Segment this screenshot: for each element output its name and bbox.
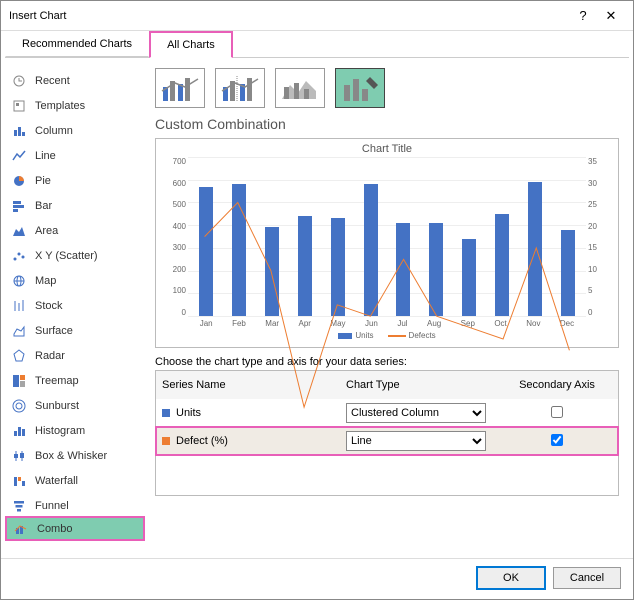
funnel-icon xyxy=(11,499,27,513)
bar-icon xyxy=(11,199,27,213)
tab-recommended[interactable]: Recommended Charts xyxy=(5,31,149,57)
recent-icon xyxy=(11,74,27,88)
section-title: Custom Combination xyxy=(155,116,619,132)
title-bar: Insert Chart ? ✕ xyxy=(1,1,633,31)
series-marker-icon xyxy=(162,437,170,445)
stock-icon xyxy=(11,299,27,313)
waterfall-icon xyxy=(11,474,27,488)
chart-preview: Chart Title 7006005004003002001000 35302… xyxy=(155,138,619,348)
content-pane: Custom Combination Chart Title 700600500… xyxy=(145,64,629,556)
templates-icon xyxy=(11,99,27,113)
pie-icon xyxy=(11,174,27,188)
sidebar-item-recent[interactable]: Recent xyxy=(5,68,145,93)
dialog-footer: OK Cancel xyxy=(1,558,633,597)
treemap-icon xyxy=(11,374,27,388)
sidebar-item-funnel[interactable]: Funnel xyxy=(5,493,145,518)
line-icon xyxy=(11,149,27,163)
subtype-stacked-area-column[interactable] xyxy=(275,68,325,108)
chart-title: Chart Title xyxy=(162,143,612,155)
sidebar-item-boxwhisker[interactable]: Box & Whisker xyxy=(5,443,145,468)
map-icon xyxy=(11,274,27,288)
surface-icon xyxy=(11,324,27,338)
combo-subtypes xyxy=(155,68,619,108)
sidebar-item-surface[interactable]: Surface xyxy=(5,318,145,343)
sidebar-item-area[interactable]: Area xyxy=(5,218,145,243)
sidebar-item-waterfall[interactable]: Waterfall xyxy=(5,468,145,493)
column-icon xyxy=(11,124,27,138)
sidebar-item-treemap[interactable]: Treemap xyxy=(5,368,145,393)
tab-all-charts[interactable]: All Charts xyxy=(149,31,233,58)
tab-strip: Recommended Charts All Charts xyxy=(5,31,633,57)
sidebar-item-pie[interactable]: Pie xyxy=(5,168,145,193)
sunburst-icon xyxy=(11,399,27,413)
help-icon[interactable]: ? xyxy=(569,8,597,23)
plot-area xyxy=(188,157,586,317)
histogram-icon xyxy=(11,424,27,438)
box-whisker-icon xyxy=(11,449,27,463)
sidebar-item-bar[interactable]: Bar xyxy=(5,193,145,218)
cancel-button[interactable]: Cancel xyxy=(553,567,621,589)
sidebar-item-histogram[interactable]: Histogram xyxy=(5,418,145,443)
subtype-clustered-column-line-secondary[interactable] xyxy=(215,68,265,108)
close-icon[interactable]: ✕ xyxy=(597,8,625,24)
sidebar-item-scatter[interactable]: X Y (Scatter) xyxy=(5,243,145,268)
area-icon xyxy=(11,224,27,238)
sidebar-item-combo[interactable]: Combo xyxy=(5,516,145,541)
sidebar-item-column[interactable]: Column xyxy=(5,118,145,143)
y-axis-primary: 7006005004003002001000 xyxy=(162,157,188,317)
combo-icon xyxy=(13,522,29,536)
radar-icon xyxy=(11,349,27,363)
chart-type-sidebar: Recent Templates Column Line Pie Bar Are… xyxy=(5,64,145,556)
subtype-custom-combination[interactable] xyxy=(335,68,385,108)
sidebar-item-map[interactable]: Map xyxy=(5,268,145,293)
sidebar-item-templates[interactable]: Templates xyxy=(5,93,145,118)
sidebar-item-radar[interactable]: Radar xyxy=(5,343,145,368)
y-axis-secondary: 35302520151050 xyxy=(586,157,612,317)
series-marker-icon xyxy=(162,409,170,417)
ok-button[interactable]: OK xyxy=(477,567,545,589)
sidebar-item-stock[interactable]: Stock xyxy=(5,293,145,318)
scatter-icon xyxy=(11,249,27,263)
subtype-clustered-column-line[interactable] xyxy=(155,68,205,108)
dialog-title: Insert Chart xyxy=(9,10,569,22)
sidebar-item-sunburst[interactable]: Sunburst xyxy=(5,393,145,418)
sidebar-item-line[interactable]: Line xyxy=(5,143,145,168)
